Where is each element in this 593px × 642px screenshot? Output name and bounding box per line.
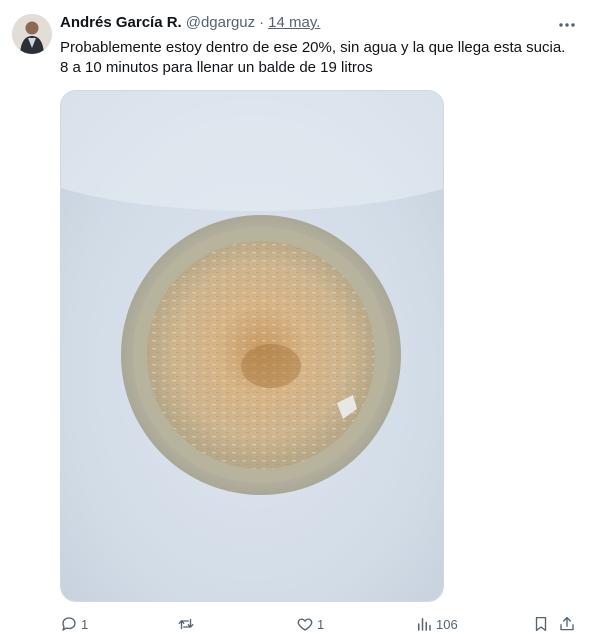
tweet-text-line: 8 a 10 minutos para llenar un balde de 1… xyxy=(60,59,373,76)
tweet-photo[interactable] xyxy=(60,90,444,602)
views-icon xyxy=(418,618,431,631)
action-bar: 1 1 106 xyxy=(60,612,580,636)
like-button[interactable]: 1 xyxy=(296,612,324,636)
author-name[interactable]: Andrés García R. xyxy=(60,14,182,31)
tweet-header: Andrés García R. @dgarguz · 14 may. xyxy=(60,14,320,36)
header-separator: · xyxy=(259,14,265,31)
reply-button[interactable]: 1 xyxy=(60,612,88,636)
views-count: 106 xyxy=(436,616,458,632)
like-count: 1 xyxy=(317,616,325,632)
avatar-image xyxy=(12,14,52,54)
tweet[interactable]: Andrés García R. @dgarguz · 14 may. Prob… xyxy=(0,0,593,642)
tweet-date[interactable]: 14 may. xyxy=(268,14,320,31)
photo-bucket-dirty-water xyxy=(61,91,443,601)
more-icon xyxy=(559,23,575,27)
tweet-text-line: Probablemente estoy dentro de ese 20%, s… xyxy=(60,39,566,56)
repost-icon xyxy=(178,618,194,630)
repost-button[interactable] xyxy=(176,612,199,636)
share-button[interactable] xyxy=(558,612,576,636)
bookmark-button[interactable] xyxy=(532,612,550,636)
avatar[interactable] xyxy=(12,14,52,54)
views-button[interactable]: 106 xyxy=(415,612,458,636)
share-icon xyxy=(560,616,574,631)
like-icon xyxy=(297,618,313,631)
tweet-text: Probablemente estoy dentro de ese 20%, s… xyxy=(60,38,580,78)
more-button[interactable] xyxy=(555,14,579,36)
author-handle[interactable]: @dgarguz xyxy=(186,14,255,31)
reply-count: 1 xyxy=(81,616,89,632)
reply-icon xyxy=(62,617,76,631)
bookmark-icon xyxy=(535,616,547,632)
